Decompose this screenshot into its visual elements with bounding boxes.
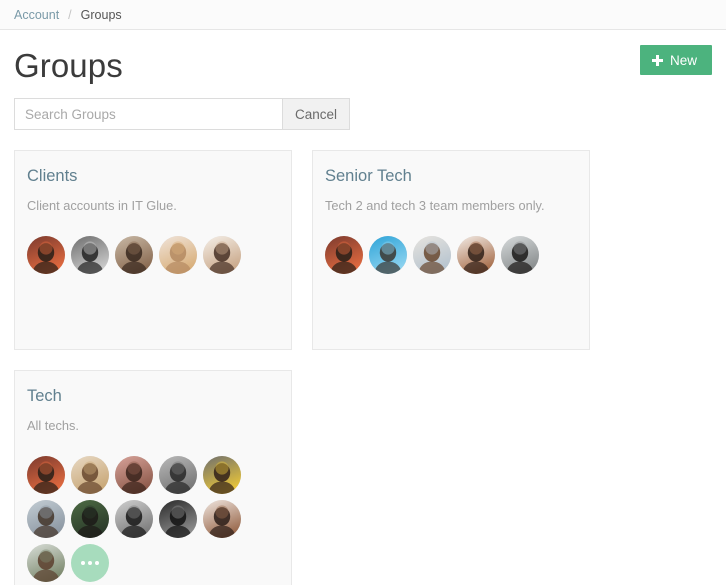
group-card-title: Senior Tech bbox=[325, 167, 412, 185]
group-member-avatars bbox=[27, 456, 279, 582]
group-card-description: All techs. bbox=[27, 418, 79, 433]
group-card-title: Tech bbox=[27, 387, 62, 405]
group-card-title: Clients bbox=[27, 167, 78, 185]
avatar[interactable] bbox=[27, 500, 65, 538]
avatar[interactable] bbox=[159, 456, 197, 494]
avatar[interactable] bbox=[27, 544, 65, 582]
avatar[interactable] bbox=[27, 236, 65, 274]
breadcrumb-current-groups: Groups bbox=[80, 7, 122, 22]
avatar[interactable] bbox=[413, 236, 451, 274]
more-members-button[interactable] bbox=[71, 544, 109, 582]
cancel-search-button[interactable]: Cancel bbox=[282, 98, 351, 130]
avatar[interactable] bbox=[115, 456, 153, 494]
new-group-button-label: New bbox=[669, 52, 697, 68]
avatar[interactable] bbox=[159, 236, 197, 274]
page-title: Groups bbox=[14, 47, 123, 84]
breadcrumb-separator: / bbox=[68, 7, 72, 22]
group-card[interactable]: Senior Tech Tech 2 and tech 3 team member… bbox=[312, 150, 590, 350]
avatar[interactable] bbox=[501, 236, 539, 274]
group-member-avatars bbox=[27, 236, 279, 274]
avatar[interactable] bbox=[115, 500, 153, 538]
avatar[interactable] bbox=[71, 500, 109, 538]
avatar[interactable] bbox=[71, 456, 109, 494]
group-member-avatars bbox=[325, 236, 577, 274]
group-card[interactable]: Tech All techs. bbox=[14, 370, 292, 585]
group-card[interactable]: Clients Client accounts in IT Glue. bbox=[14, 150, 292, 350]
avatar[interactable] bbox=[115, 236, 153, 274]
group-card-description: Client accounts in IT Glue. bbox=[27, 198, 177, 213]
plus-icon bbox=[651, 54, 663, 66]
search-row: Cancel bbox=[0, 98, 726, 130]
avatar[interactable] bbox=[369, 236, 407, 274]
new-group-button[interactable]: New bbox=[639, 45, 712, 75]
group-cards-area: Clients Client accounts in IT Glue. Seni… bbox=[0, 130, 726, 585]
avatar[interactable] bbox=[27, 456, 65, 494]
breadcrumb: Account / Groups bbox=[0, 0, 726, 30]
avatar[interactable] bbox=[159, 500, 197, 538]
breadcrumb-link-account[interactable]: Account bbox=[14, 8, 59, 22]
avatar[interactable] bbox=[325, 236, 363, 274]
avatar[interactable] bbox=[203, 236, 241, 274]
avatar[interactable] bbox=[203, 500, 241, 538]
page-header: Groups New bbox=[0, 30, 726, 92]
avatar[interactable] bbox=[203, 456, 241, 494]
avatar[interactable] bbox=[71, 236, 109, 274]
search-input[interactable] bbox=[14, 98, 282, 130]
avatar[interactable] bbox=[457, 236, 495, 274]
group-card-description: Tech 2 and tech 3 team members only. bbox=[325, 198, 545, 213]
